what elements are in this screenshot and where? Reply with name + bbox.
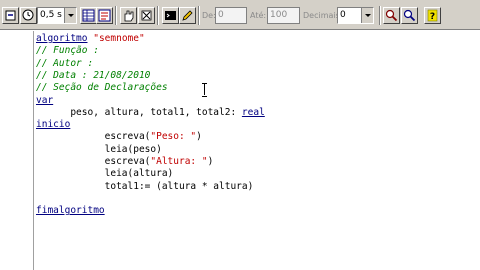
toolbar-separator — [379, 6, 381, 25]
code-line: // Função : — [36, 45, 99, 57]
code-token: leia(peso) — [36, 143, 162, 155]
hand-button[interactable] — [120, 7, 137, 24]
decimais-label: Decimais — [303, 11, 340, 20]
decimais-select[interactable]: 0 — [337, 7, 374, 24]
toolbar: 0,5 s De: 0 Até: 100 Decimais 0 ? — [0, 0, 480, 30]
code-token: fimalgoritmo — [36, 205, 105, 217]
code-line: escreva("Altura: ") — [36, 156, 214, 168]
de-label: De: — [202, 11, 216, 20]
replace-button[interactable] — [401, 7, 418, 24]
pencil-icon — [182, 10, 193, 21]
code-line: escreva("Peso: ") — [36, 131, 202, 143]
code-token: escreva( — [36, 156, 151, 167]
code-line: // Data : 21/08/2010 — [36, 70, 150, 82]
code-token: // Função : — [36, 45, 99, 57]
code-editor[interactable]: algoritmo "semnome"// Função :// Autor :… — [36, 33, 480, 270]
toolbar-separator — [157, 6, 159, 25]
code-line: var — [36, 95, 53, 107]
text-cursor-icon — [202, 83, 208, 97]
console-icon — [165, 11, 176, 20]
code-token: "semnome" — [93, 33, 145, 44]
hand-icon — [124, 10, 134, 22]
code-token: "Altura: " — [150, 156, 208, 167]
svg-text:?: ? — [430, 12, 435, 22]
toolbar-separator — [115, 6, 117, 25]
code-line: leia(altura) — [36, 168, 174, 180]
help-icon: ? — [427, 9, 438, 22]
code-token: // Seção de Declarações — [36, 82, 168, 94]
code-token: "Peso: " — [150, 131, 197, 143]
step-icon — [5, 10, 16, 21]
search-replace-icon — [403, 9, 416, 22]
code-line: inicio — [36, 119, 70, 131]
code-token: real — [241, 106, 265, 118]
chevron-down-icon[interactable] — [361, 8, 373, 23]
list-icon — [98, 9, 111, 22]
chevron-down-icon[interactable] — [64, 8, 76, 23]
search-icon — [385, 9, 398, 22]
edit-button[interactable] — [179, 7, 196, 24]
code-line: fimalgoritmo — [36, 205, 105, 217]
code-line: peso, altura, total1, total2: real — [36, 106, 265, 119]
code-token: algoritmo — [36, 33, 88, 44]
code-token: ) — [196, 131, 202, 143]
timer-button[interactable] — [20, 7, 37, 24]
toolbar-separator — [198, 6, 200, 25]
clock-icon — [22, 9, 34, 21]
code-token: escreva( — [36, 131, 151, 143]
code-line: // Seção de Declarações — [36, 82, 168, 94]
code-token: // Data : 21/08/2010 — [36, 69, 151, 81]
ate-field[interactable]: 100 — [267, 7, 300, 24]
help-button[interactable]: ? — [424, 7, 441, 24]
ate-label: Até: — [250, 11, 267, 20]
decimais-value: 0 — [340, 10, 346, 20]
breakpoint-button[interactable] — [138, 7, 155, 24]
editor-gutter — [0, 31, 33, 270]
code-token: var — [36, 94, 54, 106]
code-token: leia(altura) — [36, 168, 174, 180]
code-line: leia(peso) — [36, 144, 162, 156]
code-token: peso, altura, total1, total2: — [36, 106, 242, 118]
code-line: algoritmo "semnome" — [36, 33, 145, 45]
console-button[interactable] — [162, 7, 179, 24]
code-token: inicio — [36, 119, 71, 131]
de-field[interactable]: 0 — [215, 7, 247, 24]
code-line: total1:= (altura * altura) — [36, 180, 254, 193]
breakpoint-icon — [141, 10, 152, 21]
code-token: total1:= (altura * altura) — [36, 180, 254, 192]
code-token: // Autor : — [36, 57, 94, 69]
output-button[interactable] — [96, 7, 113, 24]
speed-select[interactable]: 0,5 s — [37, 7, 77, 24]
variables-table-button[interactable] — [80, 7, 97, 24]
code-token: ) — [207, 156, 214, 167]
speed-value: 0,5 s — [40, 10, 62, 20]
code-line: // Autor : — [36, 58, 93, 70]
step-button[interactable] — [2, 7, 19, 24]
gutter-divider — [33, 31, 34, 270]
find-button[interactable] — [383, 7, 400, 24]
table-icon — [82, 9, 95, 22]
